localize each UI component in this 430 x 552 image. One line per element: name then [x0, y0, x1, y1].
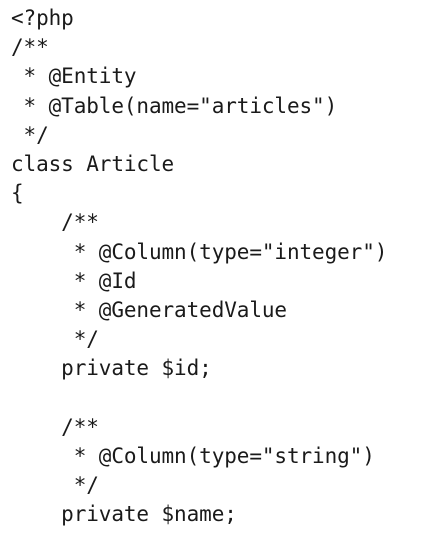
code-line: /** — [11, 210, 99, 235]
code-line: */ — [11, 122, 49, 147]
code-line: class Article — [11, 151, 175, 176]
code-line: */ — [11, 327, 99, 352]
code-line: * @GeneratedValue — [11, 297, 287, 322]
code-snippet: <?php /** * @Entity * @Table(name="artic… — [11, 4, 387, 529]
code-line: * @Id — [11, 268, 137, 293]
code-line: private $name; — [11, 502, 237, 527]
code-line: /** — [11, 414, 99, 439]
code-line: { — [11, 181, 24, 206]
code-line: * @Entity — [11, 64, 137, 89]
code-line: */ — [11, 473, 99, 497]
code-line: private $id; — [11, 356, 212, 381]
code-line: <?php — [11, 6, 74, 30]
code-line: * @Column(type="string") — [11, 443, 375, 468]
code-line: * @Column(type="integer") — [11, 239, 388, 264]
code-line: /** — [11, 35, 49, 60]
code-line: * @Table(name="articles") — [11, 93, 338, 118]
